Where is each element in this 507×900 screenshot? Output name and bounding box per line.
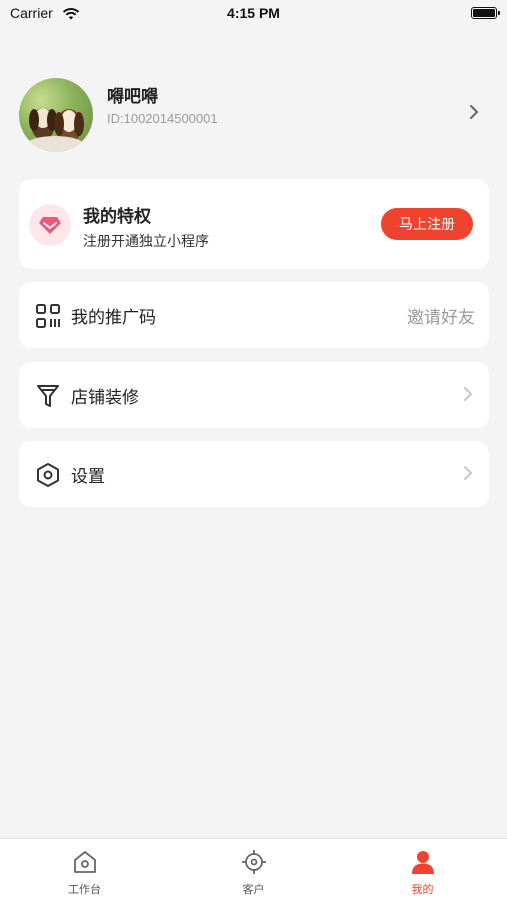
crosshair-icon xyxy=(169,849,338,875)
menu-item-settings[interactable]: 设置 xyxy=(19,441,489,507)
nickname: 嘚吧嘚 xyxy=(107,87,158,107)
home-icon xyxy=(0,849,169,875)
privilege-card: 我的特权 注册开通独立小程序 马上注册 xyxy=(19,179,489,269)
diamond-icon xyxy=(29,204,71,246)
menu-item-shop-decoration[interactable]: 店铺装修 xyxy=(19,362,489,428)
chevron-right-icon[interactable] xyxy=(469,104,479,124)
battery-icon xyxy=(471,7,500,19)
register-button[interactable]: 马上注册 xyxy=(381,208,473,240)
privilege-subtitle: 注册开通独立小程序 xyxy=(83,234,209,250)
tab-customers[interactable]: 客户 xyxy=(169,839,338,900)
profile-header[interactable]: 嘚吧嘚 ID:1002014500001 xyxy=(19,78,489,152)
tab-bar: 工作台 客户 我的 xyxy=(0,838,507,900)
invite-friends-link[interactable]: 邀请好友 xyxy=(407,303,475,328)
qr-code-icon xyxy=(35,303,61,329)
tab-label: 客户 xyxy=(242,883,265,896)
chevron-right-icon xyxy=(463,465,473,485)
clock: 4:15 PM xyxy=(227,5,280,21)
menu-item-label: 设置 xyxy=(71,467,105,487)
tab-label: 工作台 xyxy=(68,883,101,896)
avatar[interactable] xyxy=(19,78,93,152)
hexagon-settings-icon xyxy=(35,462,61,488)
tab-mine[interactable]: 我的 xyxy=(338,839,507,900)
menu-item-label: 店铺装修 xyxy=(71,388,139,408)
tab-label: 我的 xyxy=(411,883,434,896)
menu-item-label: 我的推广码 xyxy=(71,308,156,328)
privilege-title: 我的特权 xyxy=(83,207,151,227)
status-bar: Carrier 4:15 PM xyxy=(0,0,507,28)
tab-workbench[interactable]: 工作台 xyxy=(0,839,169,900)
funnel-icon xyxy=(35,383,61,409)
user-icon xyxy=(338,849,507,875)
menu-item-promo-code[interactable]: 我的推广码 邀请好友 xyxy=(19,282,489,348)
user-id: ID:1002014500001 xyxy=(107,111,218,126)
chevron-right-icon xyxy=(463,386,473,406)
